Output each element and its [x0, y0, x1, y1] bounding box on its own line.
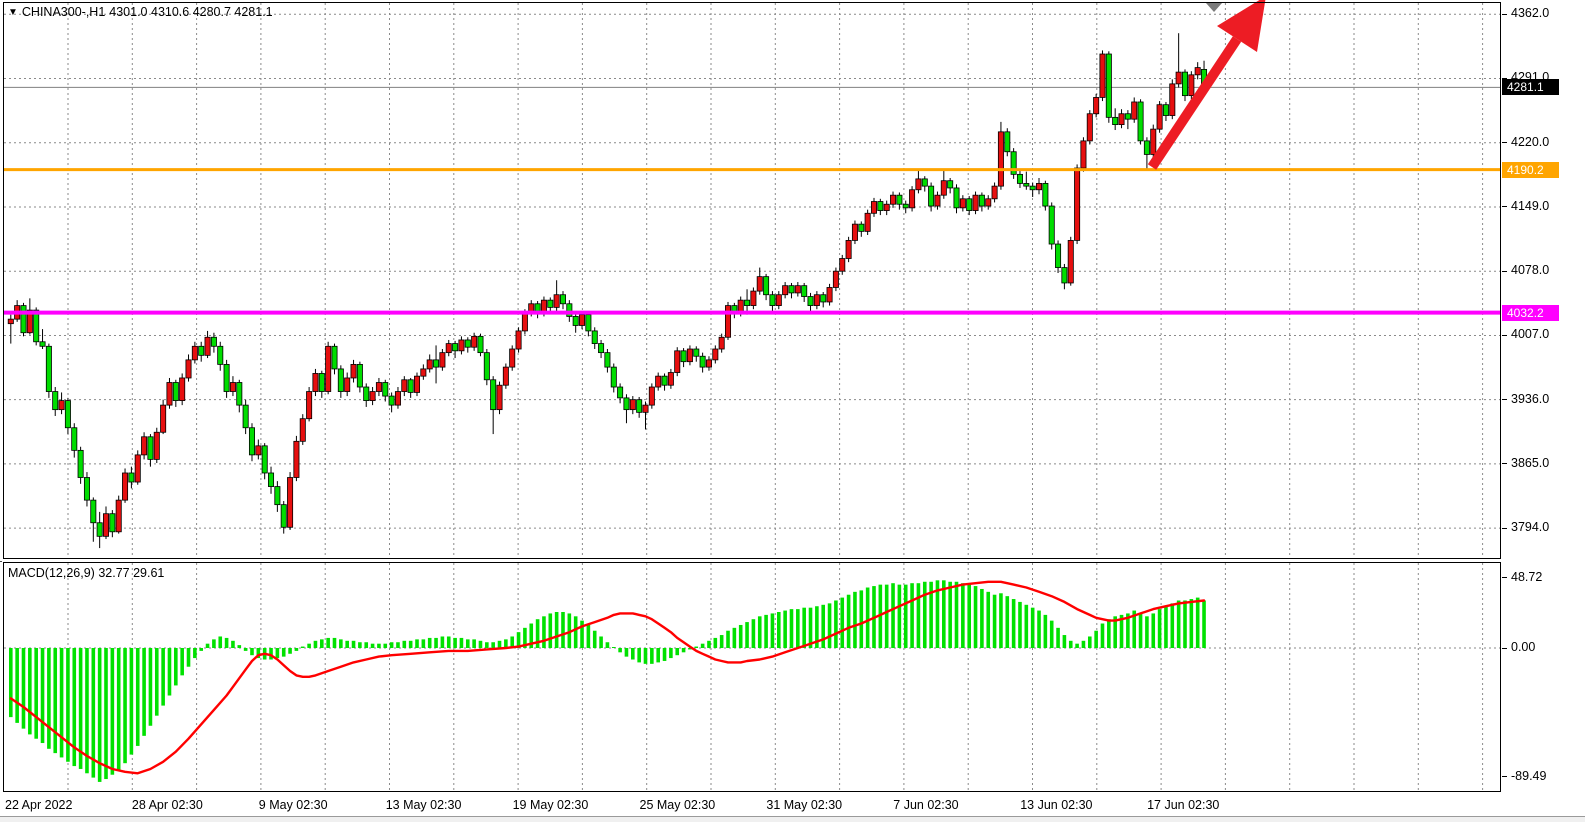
symbol-timeframe-label: CHINA300-,H1	[22, 5, 105, 19]
resistance-level-badge: 4190.2	[1502, 162, 1559, 178]
chart-title: ▼ CHINA300-,H1 4301.0 4310.6 4280.7 4281.1	[8, 5, 277, 19]
price-tick-label: 4220.0	[1511, 135, 1549, 149]
time-axis-label: 7 Jun 02:30	[893, 798, 958, 812]
macd-tick	[1502, 648, 1507, 649]
trading-terminal-window: ▼ CHINA300-,H1 4301.0 4310.6 4280.7 4281.1…	[0, 0, 1585, 822]
price-tick	[1502, 463, 1507, 464]
price-tick-label: 3936.0	[1511, 392, 1549, 406]
price-tick-label: 3865.0	[1511, 456, 1549, 470]
bid-price-badge: 4281.1	[1502, 79, 1559, 95]
price-tick	[1502, 399, 1507, 400]
ohlc-readout: 4301.0 4310.6 4280.7 4281.1	[109, 5, 272, 19]
time-axis-label: 13 Jun 02:30	[1020, 798, 1092, 812]
time-axis-label: 25 May 02:30	[640, 798, 716, 812]
price-tick	[1502, 528, 1507, 529]
time-axis-label: 31 May 02:30	[766, 798, 842, 812]
price-tick-label: 3794.0	[1511, 520, 1549, 534]
price-chart-canvas[interactable]	[0, 0, 1502, 561]
price-axis[interactable]: 4362.04291.04220.04149.04078.04007.03936…	[1502, 0, 1585, 822]
time-axis-label: 9 May 02:30	[259, 798, 328, 812]
macd-values: 32.77 29.61	[98, 566, 164, 580]
macd-tick	[1502, 577, 1507, 578]
time-axis-label: 22 Apr 2022	[5, 798, 72, 812]
macd-tick-label: -89.49	[1511, 769, 1546, 783]
macd-tick-label: 48.72	[1511, 570, 1542, 584]
price-tick	[1502, 142, 1507, 143]
price-tick-label: 4078.0	[1511, 263, 1549, 277]
time-axis[interactable]: 22 Apr 2022 28 Apr 02:30 9 May 02:30 13 May…	[0, 792, 1502, 816]
time-axis-label: 13 May 02:30	[386, 798, 462, 812]
support-level-badge: 4032.2	[1502, 305, 1559, 321]
macd-tick	[1502, 776, 1507, 777]
macd-indicator-name: MACD(12,26,9)	[8, 566, 95, 580]
window-bottom-strip	[0, 816, 1585, 822]
symbol-dropdown-icon[interactable]: ▼	[8, 7, 18, 18]
price-tick	[1502, 335, 1507, 336]
price-tick-label: 4007.0	[1511, 327, 1549, 341]
price-tick-label: 4362.0	[1511, 6, 1549, 20]
price-tick	[1502, 206, 1507, 207]
macd-indicator-canvas[interactable]	[0, 562, 1502, 800]
time-axis-label: 19 May 02:30	[513, 798, 589, 812]
time-axis-label: 28 Apr 02:30	[132, 798, 203, 812]
price-tick	[1502, 14, 1507, 15]
price-tick	[1502, 271, 1507, 272]
time-axis-label: 17 Jun 02:30	[1147, 798, 1219, 812]
price-tick-label: 4149.0	[1511, 199, 1549, 213]
macd-label: MACD(12,26,9) 32.77 29.61	[8, 566, 164, 580]
macd-tick-label: 0.00	[1511, 640, 1535, 654]
